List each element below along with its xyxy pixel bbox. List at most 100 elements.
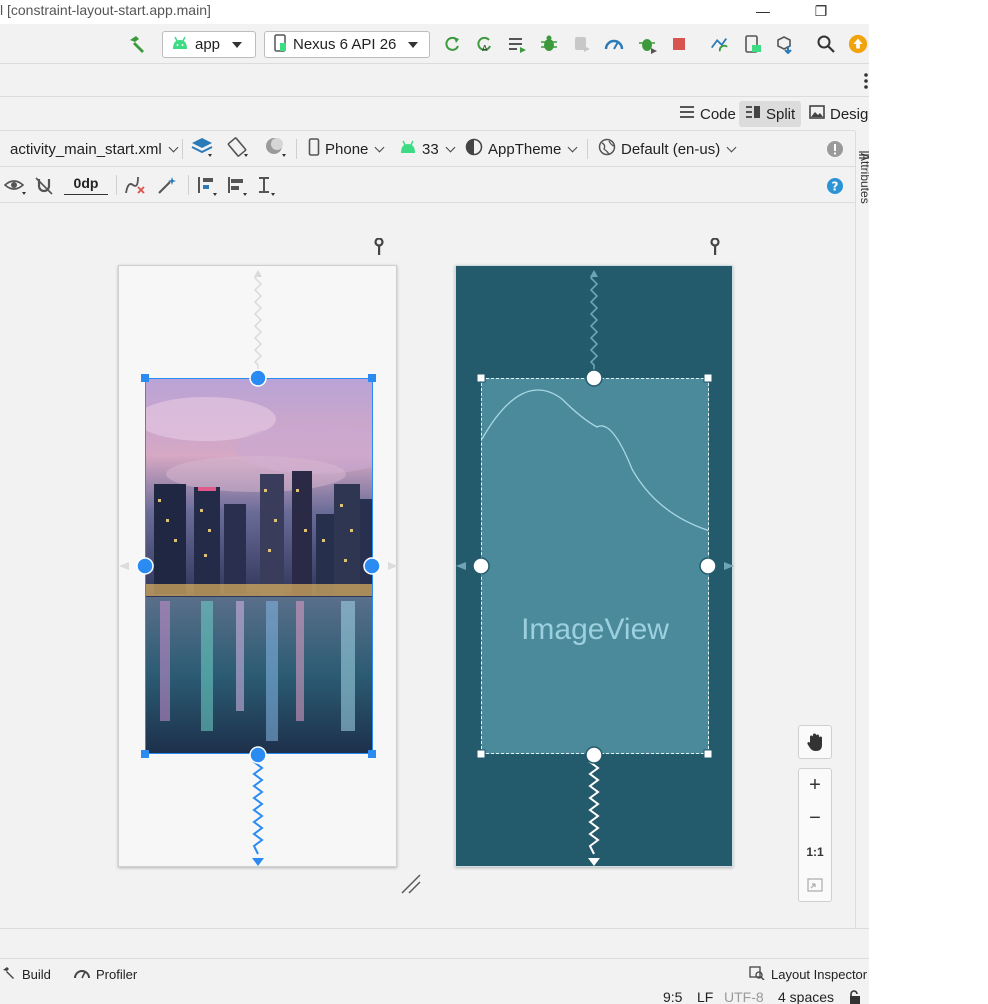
wrench-icon[interactable] [373,237,385,259]
debug-attach-icon[interactable] [638,34,658,54]
theme-select[interactable]: AppTheme [465,137,578,161]
help-icon[interactable]: ? [826,177,844,198]
design-toolbar: activity_main_start.xml Phone 33 AppThem… [0,131,855,167]
default-margin-field[interactable]: 0dp [64,175,108,195]
align-icon[interactable] [226,175,250,200]
chevron-down-icon [408,41,419,48]
minimize-button[interactable]: — [743,0,783,22]
chevron-down-icon [567,142,578,152]
chevron-down-icon [445,142,456,152]
lines-icon [679,105,695,123]
chevron-down-icon [726,142,737,152]
pack-icon[interactable] [196,175,220,200]
actual-size-button[interactable]: 1:1 [799,835,831,868]
sdk-manager-icon[interactable] [775,34,795,54]
empty-area [869,0,988,1004]
run-list-icon[interactable] [507,34,527,54]
android-studio-window: l [constraint-layout-start.app.main] — ❐… [0,0,869,1004]
device-select[interactable]: Nexus 6 API 26 [264,31,430,58]
title-bar: l [constraint-layout-start.app.main] — ❐ [0,0,869,24]
blueprint-view-frame[interactable]: ImageView [455,265,734,867]
phone-icon [273,33,287,56]
split-mode-button[interactable]: Split [739,101,802,127]
stop-icon[interactable] [669,34,689,54]
zoom-out-button[interactable]: − [799,802,831,835]
resize-handle-icon[interactable] [400,873,422,898]
tool-window-bar: Build Profiler Layout Inspector [0,958,869,988]
editor-mode-bar: Code Split Design [0,97,869,131]
warning-icon[interactable] [826,140,844,161]
phone-icon [308,138,320,160]
profile-icon[interactable] [604,34,624,54]
apply-code-changes-icon[interactable]: A [474,34,494,54]
svg-text:A: A [482,44,488,53]
design-surface-select[interactable] [190,137,214,161]
chevron-down-icon [232,41,243,48]
window-title: l [constraint-layout-start.app.main] [0,2,211,18]
main-toolbar: app Nexus 6 API 26 A [0,24,869,64]
attributes-label: Attributes [858,153,869,204]
split-icon [745,105,761,123]
image-icon [809,105,825,123]
editor-tabs-bar [0,64,869,97]
apply-changes-icon[interactable] [442,34,462,54]
sync-icon[interactable] [709,34,729,54]
theme-icon [465,138,483,160]
design-mode-button[interactable]: Design [803,101,869,127]
rotate-icon [226,136,250,162]
device-type-select[interactable]: Phone [308,137,385,161]
layers-icon [190,136,214,162]
clear-constraints-icon[interactable] [124,175,146,198]
attach-icon[interactable] [572,34,592,54]
device-label: Nexus 6 API 26 [293,36,397,53]
file-select[interactable]: activity_main_start.xml [10,137,179,161]
zoom-to-fit-button[interactable] [799,868,831,901]
build-tool-window[interactable]: Build [2,966,51,983]
indent-setting[interactable]: 4 spaces [778,989,834,1004]
caret-position[interactable]: 9:5 [663,989,682,1004]
layout-inspector-tool-window[interactable]: Layout Inspector [749,966,867,983]
chevron-down-icon [374,142,385,152]
fit-screen-icon [807,877,823,892]
wrench-icon[interactable] [709,237,721,259]
inspector-icon [749,966,765,983]
autoconnect-icon[interactable] [34,176,56,199]
update-icon[interactable] [848,34,868,54]
design-view-frame[interactable] [118,265,398,867]
orientation-select[interactable] [226,137,250,161]
debug-icon[interactable] [539,34,559,54]
globe-icon [598,138,616,160]
chevron-down-icon [168,142,179,152]
locale-select[interactable]: Default (en-us) [598,137,737,161]
zoom-controls: + − 1:1 [798,768,832,902]
run-config-select[interactable]: app [162,31,256,58]
hammer-icon [2,966,16,983]
layout-toolbar: 0dp ? [0,167,855,203]
guidelines-icon[interactable] [255,175,279,200]
profiler-tool-window[interactable]: Profiler [74,966,137,983]
lock-icon[interactable] [848,990,862,1004]
design-canvas[interactable]: ImageView + − 1:1 [0,203,855,928]
infer-constraints-icon[interactable] [157,175,179,198]
night-mode-select[interactable] [264,137,288,161]
selection-handles [136,369,381,764]
restore-button[interactable]: ❐ [801,0,841,22]
api-level-select[interactable]: 33 [399,137,456,161]
editor-bottom-bar [0,928,869,958]
avd-manager-icon[interactable] [743,34,763,54]
search-icon[interactable] [816,34,836,54]
status-bar: 9:5 LF UTF-8 4 spaces [0,988,869,1004]
line-separator[interactable]: LF [697,989,713,1004]
view-options-icon[interactable] [3,176,28,199]
night-mode-icon [264,136,288,162]
attributes-side-tab[interactable]: Attributes [855,131,869,928]
hammer-icon[interactable] [127,34,147,54]
svg-text:?: ? [832,180,839,194]
zoom-panel: + − 1:1 [798,725,832,902]
file-encoding[interactable]: UTF-8 [724,989,764,1004]
zoom-in-button[interactable]: + [799,769,831,802]
android-icon [399,140,417,158]
code-mode-button[interactable]: Code [673,101,742,127]
gauge-icon [74,966,90,983]
pan-hand-icon[interactable] [798,725,832,759]
